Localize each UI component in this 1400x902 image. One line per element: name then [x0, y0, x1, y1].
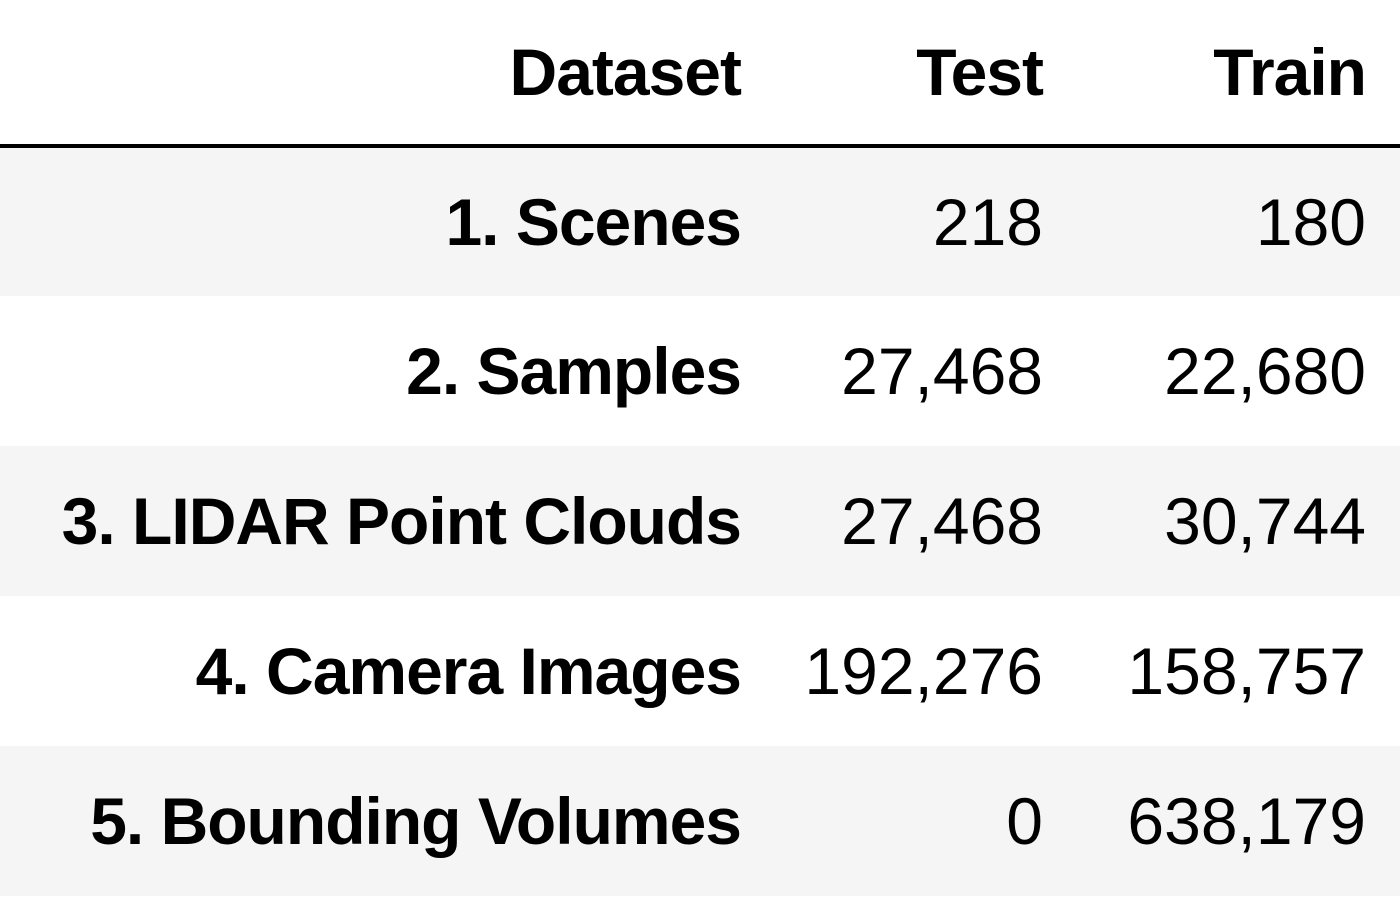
dataset-table: Dataset Test Train 1. Scenes 218 180 2. …	[0, 0, 1400, 896]
table-header: Dataset Test Train	[0, 0, 1400, 148]
header-row: Dataset Test Train	[0, 0, 1400, 148]
train-value: 30,744	[1077, 446, 1400, 596]
train-value: 638,179	[1077, 746, 1400, 896]
column-header-train: Train	[1077, 0, 1400, 148]
column-header-test: Test	[765, 0, 1077, 148]
train-value: 180	[1077, 146, 1400, 296]
table-row: 5. Bounding Volumes 0 638,179	[0, 746, 1400, 896]
column-header-dataset: Dataset	[0, 0, 765, 148]
row-label: 4. Camera Images	[0, 596, 765, 746]
table-row: 2. Samples 27,468 22,680	[0, 296, 1400, 446]
row-label: 5. Bounding Volumes	[0, 746, 765, 896]
row-label: 3. LIDAR Point Clouds	[0, 446, 765, 596]
row-label: 1. Scenes	[0, 146, 765, 296]
row-label: 2. Samples	[0, 296, 765, 446]
table-row: 4. Camera Images 192,276 158,757	[0, 596, 1400, 746]
train-value: 22,680	[1077, 296, 1400, 446]
test-value: 0	[765, 746, 1077, 896]
test-value: 27,468	[765, 446, 1077, 596]
table-body: 1. Scenes 218 180 2. Samples 27,468 22,6…	[0, 146, 1400, 896]
test-value: 218	[765, 146, 1077, 296]
train-value: 158,757	[1077, 596, 1400, 746]
table-row: 1. Scenes 218 180	[0, 146, 1400, 296]
test-value: 192,276	[765, 596, 1077, 746]
test-value: 27,468	[765, 296, 1077, 446]
table-row: 3. LIDAR Point Clouds 27,468 30,744	[0, 446, 1400, 596]
